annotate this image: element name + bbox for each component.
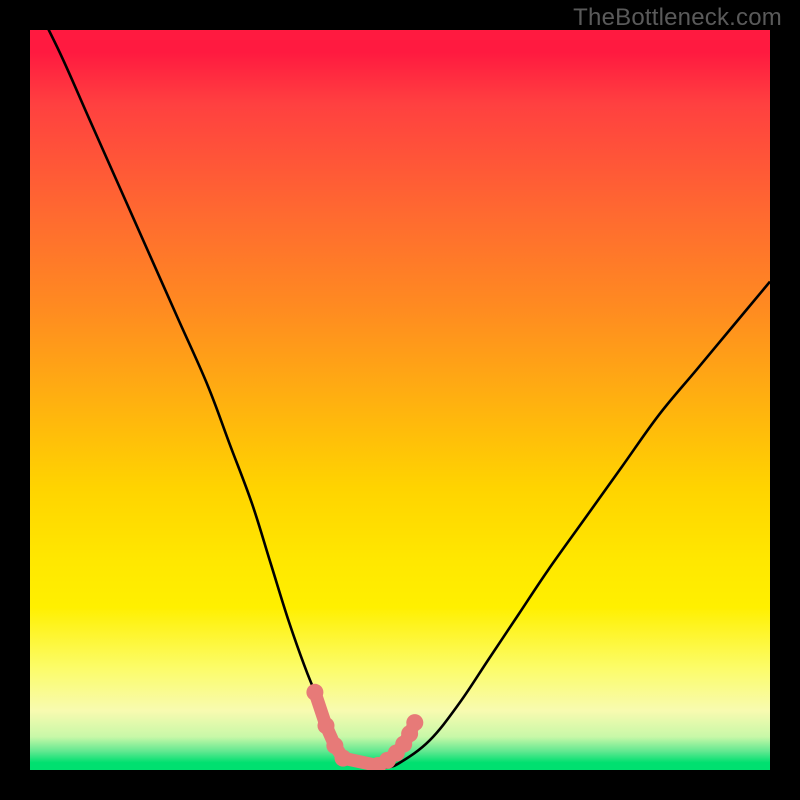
valley-marker-dot xyxy=(335,750,352,767)
chart-frame: TheBottleneck.com xyxy=(0,0,800,800)
valley-marker-dot xyxy=(406,714,423,731)
plot-area xyxy=(30,30,770,770)
bottleneck-curve xyxy=(30,30,770,768)
curve-layer xyxy=(30,30,770,770)
attribution-label: TheBottleneck.com xyxy=(573,4,782,32)
valley-markers xyxy=(306,684,423,770)
valley-marker-dot xyxy=(318,717,335,734)
valley-marker-dot xyxy=(306,684,323,701)
